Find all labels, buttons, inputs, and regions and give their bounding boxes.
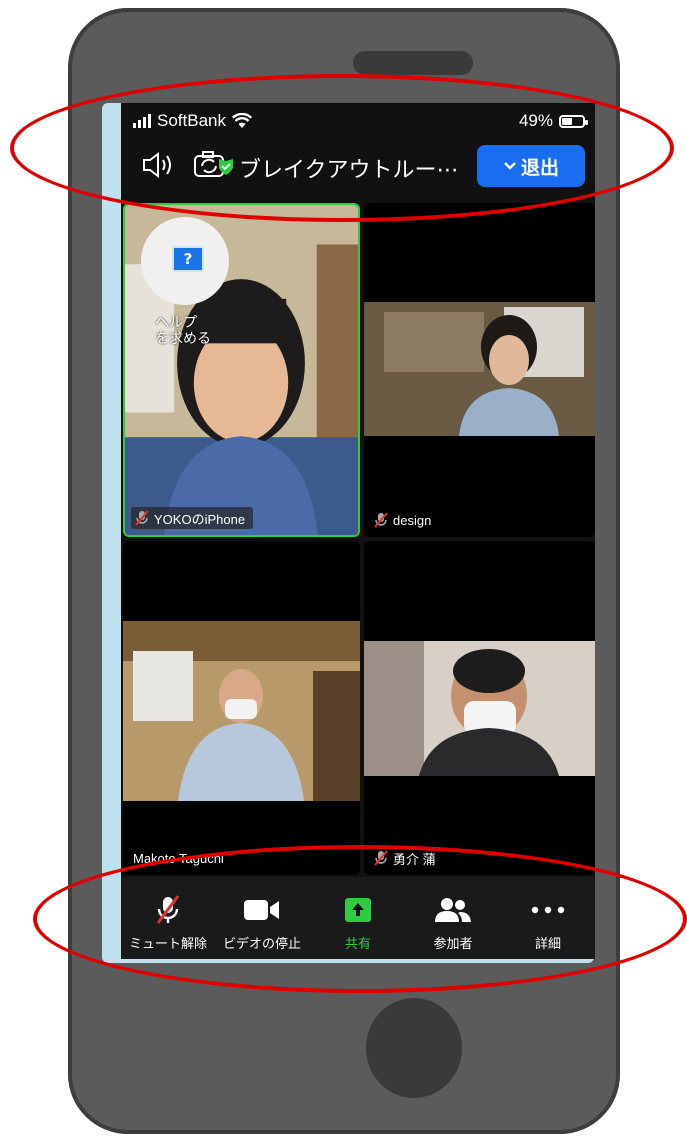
annotation-ellipse-top: [10, 74, 674, 222]
video-tile-design[interactable]: design: [364, 203, 595, 537]
video-grid: ? ヘルプ を求める YOKOのiPhone design Makoto Tag…: [121, 203, 595, 875]
participant-name-tag: YOKOのiPhone: [131, 507, 254, 529]
mic-muted-icon: [135, 510, 149, 526]
video-tile-makoto[interactable]: Makoto Taguchi: [123, 541, 360, 875]
annotation-ellipse-bottom: [33, 845, 687, 993]
video-tile-yusuke[interactable]: 勇介 蒲: [364, 541, 595, 875]
participant-name: design: [393, 512, 432, 528]
participant-video: [123, 621, 360, 801]
phone-speaker-slot: [353, 51, 473, 75]
participant-name-tag: design: [370, 509, 439, 531]
question-mark-icon: ?: [172, 246, 204, 272]
zoom-screen: SoftBank 49% ブレイクアウトルー⋯ 退出 ? ヘルプ を求める YO…: [121, 103, 595, 959]
participant-video: [364, 641, 595, 776]
participant-name: YOKOのiPhone: [154, 511, 246, 527]
participant-video: [364, 302, 595, 436]
video-tile-yoko[interactable]: ? ヘルプ を求める YOKOのiPhone: [123, 203, 360, 537]
phone-home-button: [366, 998, 462, 1098]
ask-for-help-button[interactable]: ?: [141, 217, 229, 305]
ask-for-help-label: ヘルプ を求める: [155, 315, 211, 347]
mic-muted-icon: [374, 512, 388, 528]
